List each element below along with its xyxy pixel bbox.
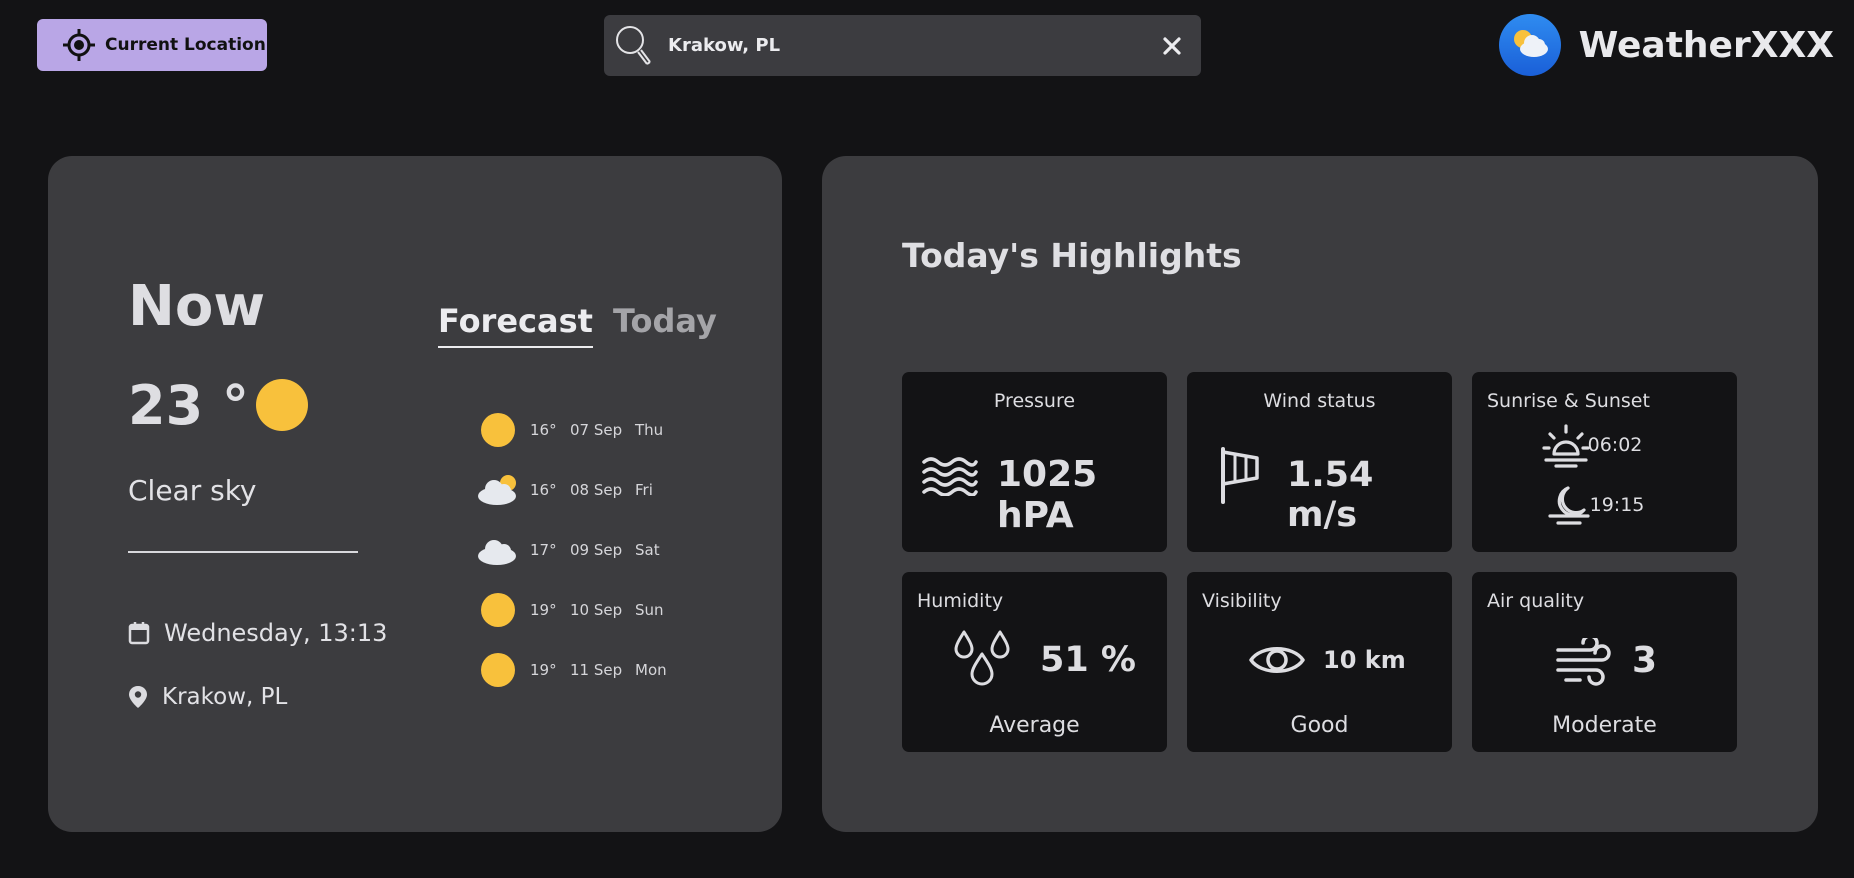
current-location: Krakow, PL xyxy=(162,684,288,710)
wind-value: 1.54 m/s xyxy=(1287,455,1374,535)
forecast-day: Sun xyxy=(635,601,664,619)
sunset-time: 19:15 xyxy=(1589,494,1645,516)
highlights-panel: Today's Highlights Pressure 1025 hPA Win… xyxy=(822,156,1818,832)
visibility-value: 10 km xyxy=(1323,646,1406,674)
sun-icon xyxy=(476,650,520,690)
sun-icon xyxy=(256,379,308,431)
brand-name: WeatherXXX xyxy=(1578,24,1834,66)
sun-icon xyxy=(476,590,520,630)
now-title: Now xyxy=(128,274,266,339)
visibility-card: Visibility 10 km Good xyxy=(1187,572,1452,752)
current-location-button[interactable]: Current Location xyxy=(37,19,267,71)
wind-card: Wind status 1.54 m/s xyxy=(1187,372,1452,552)
sunrise-icon xyxy=(1542,424,1590,468)
brand: WeatherXXX xyxy=(1498,14,1834,76)
forecast-day: Thu xyxy=(635,421,664,439)
current-weather-panel: Now 23 ° Clear sky Wednesday, 13:13 Krak… xyxy=(48,156,782,832)
forecast-day: Sat xyxy=(635,541,660,559)
location-pin-icon xyxy=(129,686,147,708)
humidity-status: Average xyxy=(989,713,1080,738)
current-location-label: Current Location xyxy=(105,35,266,55)
current-temperature: 23 ° xyxy=(128,374,249,437)
pressure-value: 1025 hPA xyxy=(997,454,1098,536)
forecast-temp: 19° xyxy=(530,661,557,679)
waves-icon xyxy=(922,457,978,496)
forecast-date: 08 Sep xyxy=(570,481,623,499)
forecast-day: Mon xyxy=(635,661,667,679)
wind-label: Wind status xyxy=(1263,390,1376,412)
forecast-row: 19° 11 Sep Mon xyxy=(476,640,667,700)
forecast-temp: 17° xyxy=(530,541,557,559)
forecast-date: 09 Sep xyxy=(570,541,623,559)
partly-cloudy-icon xyxy=(476,470,520,510)
pressure-card: Pressure 1025 hPA xyxy=(902,372,1167,552)
forecast-day: Fri xyxy=(635,481,653,499)
divider xyxy=(128,551,358,553)
search-bar xyxy=(604,15,1201,76)
sun-icon xyxy=(476,410,520,450)
air-quality-status: Moderate xyxy=(1552,713,1657,738)
air-quality-card: Air quality 3 Moderate xyxy=(1472,572,1737,752)
droplets-icon xyxy=(954,630,1010,686)
cloud-icon xyxy=(476,530,520,570)
forecast-row: 19° 10 Sep Sun xyxy=(476,580,667,640)
forecast-date: 10 Sep xyxy=(570,601,623,619)
visibility-label: Visibility xyxy=(1202,590,1282,612)
sunrise-time: 06:02 xyxy=(1587,434,1643,456)
air-quality-value: 3 xyxy=(1632,640,1658,681)
close-icon[interactable] xyxy=(1159,33,1185,59)
tab-forecast[interactable]: Forecast xyxy=(438,302,593,348)
sunrise-sunset-label: Sunrise & Sunset xyxy=(1487,390,1650,412)
tab-today[interactable]: Today xyxy=(613,302,717,348)
tab-bar: Forecast Today xyxy=(438,302,717,348)
weather-logo-icon xyxy=(1498,14,1561,76)
humidity-label: Humidity xyxy=(917,590,1004,612)
forecast-row: 16° 08 Sep Fri xyxy=(476,460,667,520)
search-input[interactable] xyxy=(668,35,1159,56)
forecast-row: 17° 09 Sep Sat xyxy=(476,520,667,580)
pressure-label: Pressure xyxy=(993,390,1076,412)
forecast-row: 16° 07 Sep Thu xyxy=(476,400,667,460)
windsock-icon xyxy=(1221,447,1259,504)
eye-icon xyxy=(1249,647,1305,673)
crosshair-icon xyxy=(63,29,95,61)
forecast-temp: 16° xyxy=(530,421,557,439)
forecast-temp: 16° xyxy=(530,481,557,499)
moon-set-icon xyxy=(1548,486,1590,525)
humidity-card: Humidity 51 % Average xyxy=(902,572,1167,752)
humidity-value: 51 % xyxy=(1040,640,1136,680)
forecast-list: 16° 07 Sep Thu 16° 08 Sep Fri 17° 09 Sep Sat 19° 1… xyxy=(476,400,667,700)
forecast-temp: 19° xyxy=(530,601,557,619)
air-quality-label: Air quality xyxy=(1487,590,1585,612)
highlights-title: Today's Highlights xyxy=(902,236,1242,275)
forecast-date: 07 Sep xyxy=(570,421,623,439)
sunrise-sunset-card: Sunrise & Sunset 06:02 19:15 xyxy=(1472,372,1737,552)
calendar-icon xyxy=(128,622,150,645)
location-row: Krakow, PL xyxy=(128,684,287,710)
weather-condition: Clear sky xyxy=(128,474,257,507)
current-datetime: Wednesday, 13:13 xyxy=(164,619,388,647)
search-icon xyxy=(616,25,651,65)
date-row: Wednesday, 13:13 xyxy=(128,619,387,647)
visibility-status: Good xyxy=(1290,713,1349,738)
wind-icon xyxy=(1556,638,1611,686)
forecast-date: 11 Sep xyxy=(570,661,623,679)
